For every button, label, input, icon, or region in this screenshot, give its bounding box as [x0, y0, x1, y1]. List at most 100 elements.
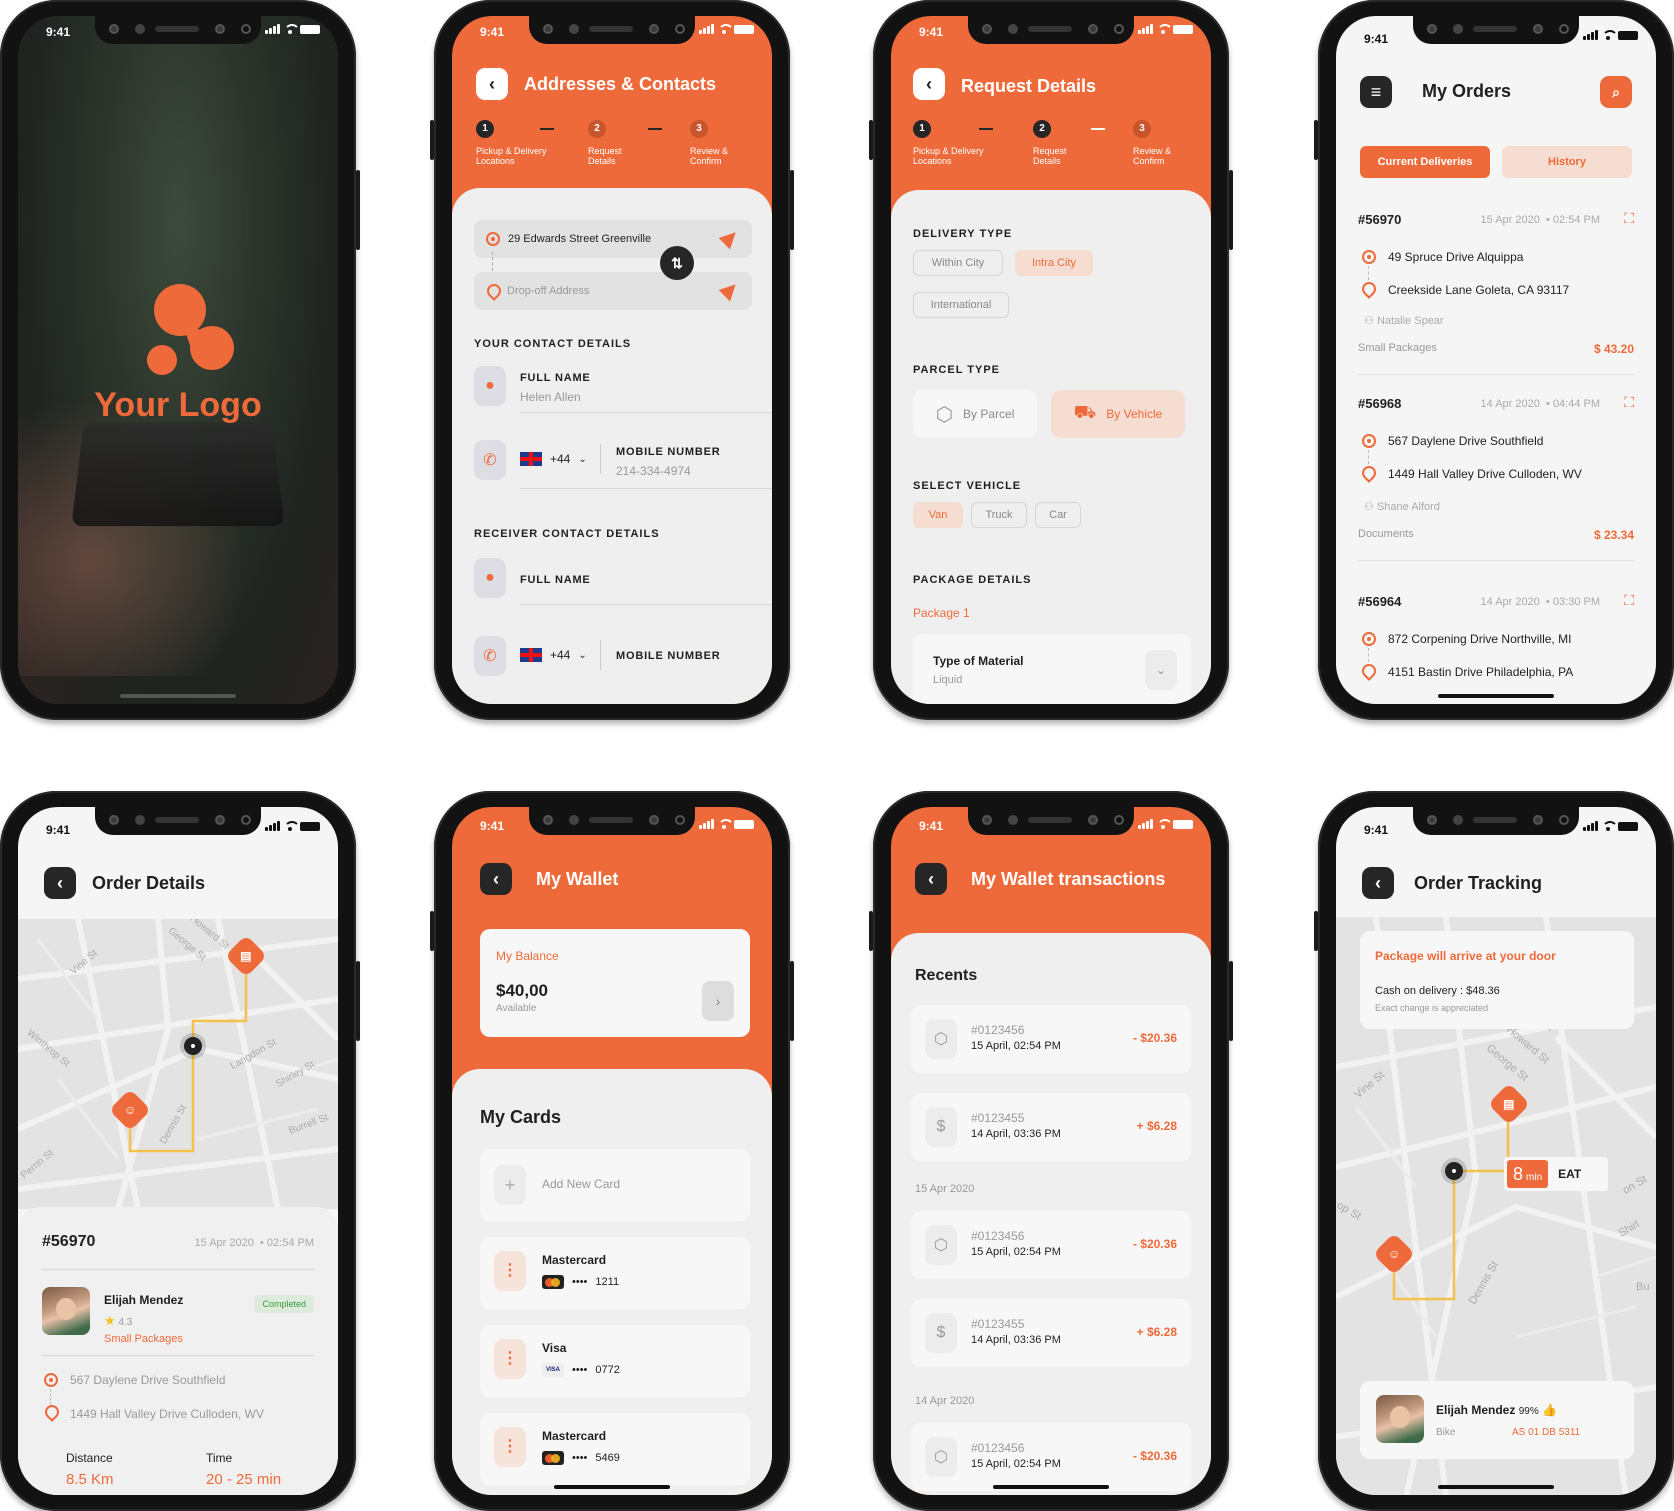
phone-splash: 9:41 Your Logo	[0, 0, 360, 720]
vehicle-truck[interactable]: Truck	[971, 502, 1027, 528]
transaction-item[interactable]: ⬡ #0123456 15 April, 02:54 PM - $20.36	[911, 1211, 1191, 1279]
payment-card[interactable]: ⋮ Visa VISA •••• 0772	[480, 1325, 750, 1397]
store-icon: ▤	[240, 949, 252, 963]
order-item[interactable]: #56964 14 Apr 2020 • 03:30 PM ⛶ 872 Corp…	[1358, 592, 1634, 694]
chevron-down-icon[interactable]: ⌄	[1145, 650, 1177, 690]
back-button[interactable]: ‹	[480, 863, 512, 895]
locate-arrow-icon[interactable]	[718, 226, 742, 250]
transaction-item[interactable]: $ #0123455 14 April, 03:36 PM + $6.28	[911, 1093, 1191, 1161]
more-options-icon[interactable]: ⋮	[494, 1339, 526, 1379]
mobile-input[interactable]: 214-334-4974	[616, 464, 691, 478]
map-icon[interactable]: ⛶	[1624, 210, 1634, 227]
vehicle-car[interactable]: Car	[1035, 502, 1081, 528]
transaction-amount: - $20.36	[1132, 1449, 1177, 1463]
back-button[interactable]: ‹	[476, 68, 508, 100]
locate-arrow-icon[interactable]	[718, 278, 742, 302]
payment-card[interactable]: ⋮ Mastercard •••• 1211	[480, 1237, 750, 1309]
more-options-icon[interactable]: ⋮	[494, 1251, 526, 1291]
package-details-title: PACKAGE DETAILS	[913, 574, 1032, 586]
splash-screen: 9:41 Your Logo	[18, 16, 338, 704]
driver-name: ⚇ Natalie Spear	[1364, 315, 1444, 327]
menu-button[interactable]: ≡	[1360, 76, 1392, 108]
signal-icon	[699, 819, 714, 829]
arrival-title: Package will arrive at your door	[1375, 949, 1556, 963]
delivery-type-international[interactable]: International	[913, 292, 1009, 318]
distance-value: 8.5 Km	[66, 1471, 114, 1488]
rider-location-marker[interactable]	[184, 1037, 202, 1055]
dropoff-placeholder: Drop-off Address	[507, 285, 590, 297]
signal-icon	[1583, 30, 1598, 40]
step-2[interactable]: 2 Request Details	[588, 120, 622, 166]
step-1[interactable]: 1 Pickup & Delivery Locations	[476, 120, 547, 166]
receiver-country-code-select[interactable]: +44 ⌄	[520, 648, 587, 662]
back-button[interactable]: ‹	[44, 867, 76, 899]
parcel-type-title: PARCEL TYPE	[913, 364, 1000, 376]
delivery-type-within-city[interactable]: Within City	[913, 250, 1003, 276]
vehicle-van[interactable]: Van	[913, 502, 963, 528]
truck-icon: ⛟	[1073, 402, 1097, 422]
dropoff-address-field[interactable]: Drop-off Address	[474, 272, 752, 310]
mastercard-logo-icon	[542, 1275, 564, 1289]
step-2[interactable]: 2 Request Details	[1033, 120, 1067, 166]
pickup-address: 872 Corpening Drive Northville, MI	[1388, 632, 1572, 646]
tab-history[interactable]: History	[1502, 146, 1632, 178]
page-title: My Wallet transactions	[971, 869, 1166, 889]
map-icon[interactable]: ⛶	[1624, 394, 1634, 411]
box-icon: ⬡	[925, 1437, 957, 1477]
step-label: Request	[588, 146, 622, 156]
logo-text: Your Logo	[94, 386, 262, 424]
card-brand: Visa	[542, 1341, 567, 1355]
step-number: 3	[1133, 120, 1151, 138]
add-card-button[interactable]: + Add New Card	[480, 1149, 750, 1221]
status-time: 9:41	[480, 25, 505, 39]
delivery-type-intra-city[interactable]: Intra City	[1015, 250, 1093, 276]
parcel-type-by-parcel[interactable]: ⬡ By Parcel	[913, 390, 1037, 438]
transaction-item[interactable]: $ #0123455 14 April, 03:36 PM + $6.28	[911, 1299, 1191, 1367]
route-map[interactable]: Vine St George St Howard St Winthrop St …	[18, 919, 338, 1209]
search-icon: ⌕	[1612, 83, 1620, 100]
signal-icon	[699, 24, 714, 34]
step-3[interactable]: 3 Review & Confirm	[1133, 120, 1171, 166]
step-1[interactable]: 1 Pickup & Delivery Locations	[913, 120, 984, 166]
battery-icon	[1173, 819, 1193, 829]
country-code-select[interactable]: +44 ⌄	[520, 452, 587, 466]
driver-card[interactable]: Elijah Mendez 99% 👍 Bike AS 01 DB 5311	[1360, 1381, 1634, 1459]
full-name-input[interactable]: Helen Allen	[520, 390, 581, 404]
transaction-item[interactable]: ⬡ #0123456 15 April, 02:54 PM - $20.36	[911, 1005, 1191, 1073]
rider-location-marker[interactable]	[1445, 1162, 1463, 1180]
order-item[interactable]: #56970 15 Apr 2020 • 02:54 PM ⛶ 49 Spruc…	[1358, 210, 1634, 375]
map-icon[interactable]: ⛶	[1624, 592, 1634, 609]
receiver-name-label[interactable]: FULL NAME	[520, 574, 591, 586]
home-indicator[interactable]	[554, 1485, 670, 1489]
pickup-pin-icon	[1362, 434, 1376, 448]
parcel-type-by-vehicle[interactable]: ⛟ By Vehicle	[1051, 390, 1185, 438]
home-indicator[interactable]	[1438, 694, 1554, 698]
material-select[interactable]: Type of Material Liquid ⌄	[913, 634, 1191, 704]
parcel-type-label: By Vehicle	[1106, 407, 1163, 421]
transaction-date: 15 April, 02:54 PM	[971, 1458, 1061, 1470]
home-indicator[interactable]	[1438, 1485, 1554, 1489]
swap-button[interactable]: ⇅	[660, 246, 694, 280]
step-3[interactable]: 3 Review & Confirm	[690, 120, 728, 166]
home-indicator[interactable]	[993, 1485, 1109, 1489]
receiver-mobile-label[interactable]: MOBILE NUMBER	[616, 650, 721, 662]
transaction-id: #0123456	[971, 1441, 1025, 1455]
person-icon: ●	[474, 558, 506, 598]
payment-card[interactable]: ⋮ Mastercard •••• 5469	[480, 1413, 750, 1485]
back-button[interactable]: ‹	[915, 863, 947, 895]
pickup-address-field[interactable]: 29 Edwards Street Greenville	[474, 220, 752, 258]
order-item[interactable]: #56968 14 Apr 2020 • 04:44 PM ⛶ 567 Dayl…	[1358, 394, 1634, 561]
home-indicator[interactable]	[120, 694, 236, 698]
dropoff-pin-icon	[45, 1405, 57, 1419]
balance-detail-button[interactable]: ›	[702, 981, 734, 1021]
step-label: Locations	[913, 156, 952, 166]
person-icon: ☺	[123, 1102, 137, 1117]
tab-current-deliveries[interactable]: Current Deliveries	[1360, 146, 1490, 178]
search-button[interactable]: ⌕	[1600, 76, 1632, 108]
signal-icon	[1138, 24, 1153, 34]
date-heading: 14 Apr 2020	[915, 1395, 975, 1407]
back-button[interactable]: ‹	[913, 68, 945, 100]
more-options-icon[interactable]: ⋮	[494, 1427, 526, 1467]
transaction-item[interactable]: ⬡ #0123456 15 April, 02:54 PM - $20.36	[911, 1423, 1191, 1491]
back-button[interactable]: ‹	[1362, 867, 1394, 899]
